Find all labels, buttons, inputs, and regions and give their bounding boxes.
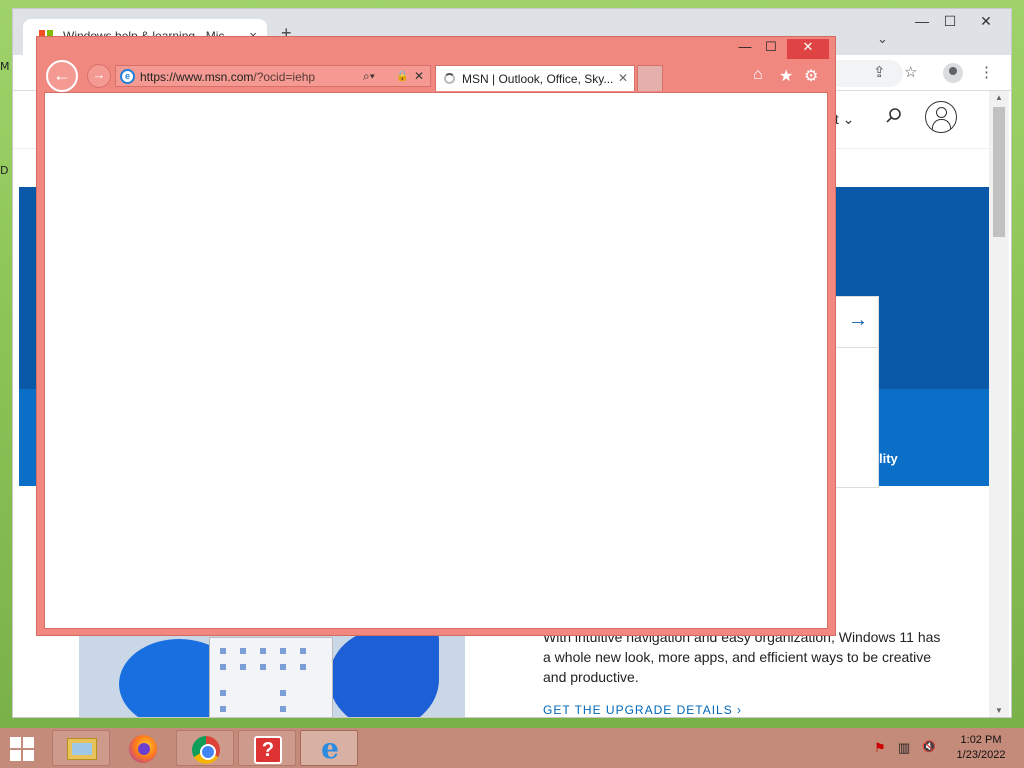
clock[interactable]: 1:02 PM 1/23/2022 [948,733,1014,763]
close-button[interactable]: ✕ [787,39,829,59]
search-dropdown-icon[interactable]: ⌕▾ [363,69,375,84]
desktop-label: M [0,60,10,73]
tab-search-button[interactable]: ⌄ [877,31,888,47]
back-button[interactable]: ← [46,60,78,92]
action-center-flag-icon[interactable]: ⚑ [874,740,886,756]
settings-gear-icon[interactable]: ⚙ [804,66,818,86]
arrow-right-icon[interactable]: → [848,309,868,332]
close-button[interactable]: ✕ [971,13,1001,33]
clock-date: 1/23/2022 [956,749,1006,761]
loading-spinner-icon [444,73,455,84]
address-bar[interactable]: e https://www.msn.com/?ocid=iehp ⌕▾ 🔒 ✕ [115,65,431,87]
taskbar-internet-explorer[interactable]: e [300,730,358,766]
new-tab-button[interactable] [637,65,663,91]
taskbar: ? e ⚑ ▥ 🔇 1:02 PM 1/23/2022 [0,728,1024,768]
windows-11-product-image [79,629,465,717]
desktop-label: D [0,164,9,177]
ie-favicon-icon: e [120,69,135,84]
menu-icon[interactable]: ⋮ [979,63,994,81]
maximize-button[interactable]: ☐ [935,13,965,33]
hero-card: → [835,296,879,488]
close-icon[interactable]: ✕ [618,71,628,85]
minimize-button[interactable]: — [907,13,937,33]
start-button[interactable] [6,734,38,762]
lock-icon[interactable]: 🔒 [396,71,408,82]
account-icon[interactable] [925,101,957,133]
bookmark-star-icon[interactable]: ☆ [904,63,917,81]
help-icon: ? [254,736,282,764]
minimize-button[interactable]: — [733,39,757,59]
scroll-up-icon[interactable]: ▲ [995,93,1003,102]
network-icon[interactable]: ▥ [898,740,910,756]
address-url[interactable]: https://www.msn.com/?ocid=iehp [140,70,315,84]
scrollbar[interactable]: ▲ ▼ [989,91,1009,717]
volume-muted-icon[interactable]: 🔇 [922,740,936,753]
scrollbar-thumb[interactable] [993,107,1005,237]
maximize-button[interactable]: ☐ [759,39,783,59]
upgrade-details-link[interactable]: GET THE UPGRADE DETAILS › [543,703,742,717]
profile-avatar[interactable] [943,63,963,83]
stop-icon[interactable]: ✕ [414,69,424,83]
file-explorer-icon [67,738,97,760]
home-icon[interactable]: ⌂ [753,66,763,84]
taskbar-firefox[interactable] [114,730,172,766]
chrome-icon [192,736,220,764]
windows-11-description: With intuitive navigation and easy organ… [543,629,941,685]
taskbar-chrome[interactable] [176,730,234,766]
scroll-down-icon[interactable]: ▼ [995,706,1003,715]
card-divider [836,347,878,348]
taskbar-help[interactable]: ? [238,730,296,766]
firefox-icon [129,735,157,763]
internet-explorer-window: — ☐ ✕ ← → e https://www.msn.com/?ocid=ie… [36,36,836,636]
taskbar-file-explorer[interactable] [52,730,110,766]
ie-tab-title: MSN | Outlook, Office, Sky... [462,72,614,86]
internet-explorer-icon: e [321,732,339,765]
share-icon[interactable]: ⇪ [873,63,886,81]
clock-time: 1:02 PM [960,734,1002,746]
favorites-star-icon[interactable]: ★ [779,66,793,86]
forward-button[interactable]: → [87,64,111,88]
hero-text: lity [879,451,898,466]
search-icon[interactable] [885,107,903,130]
ie-page-content[interactable] [44,92,828,629]
ie-tab[interactable]: MSN | Outlook, Office, Sky... ✕ [435,65,635,91]
